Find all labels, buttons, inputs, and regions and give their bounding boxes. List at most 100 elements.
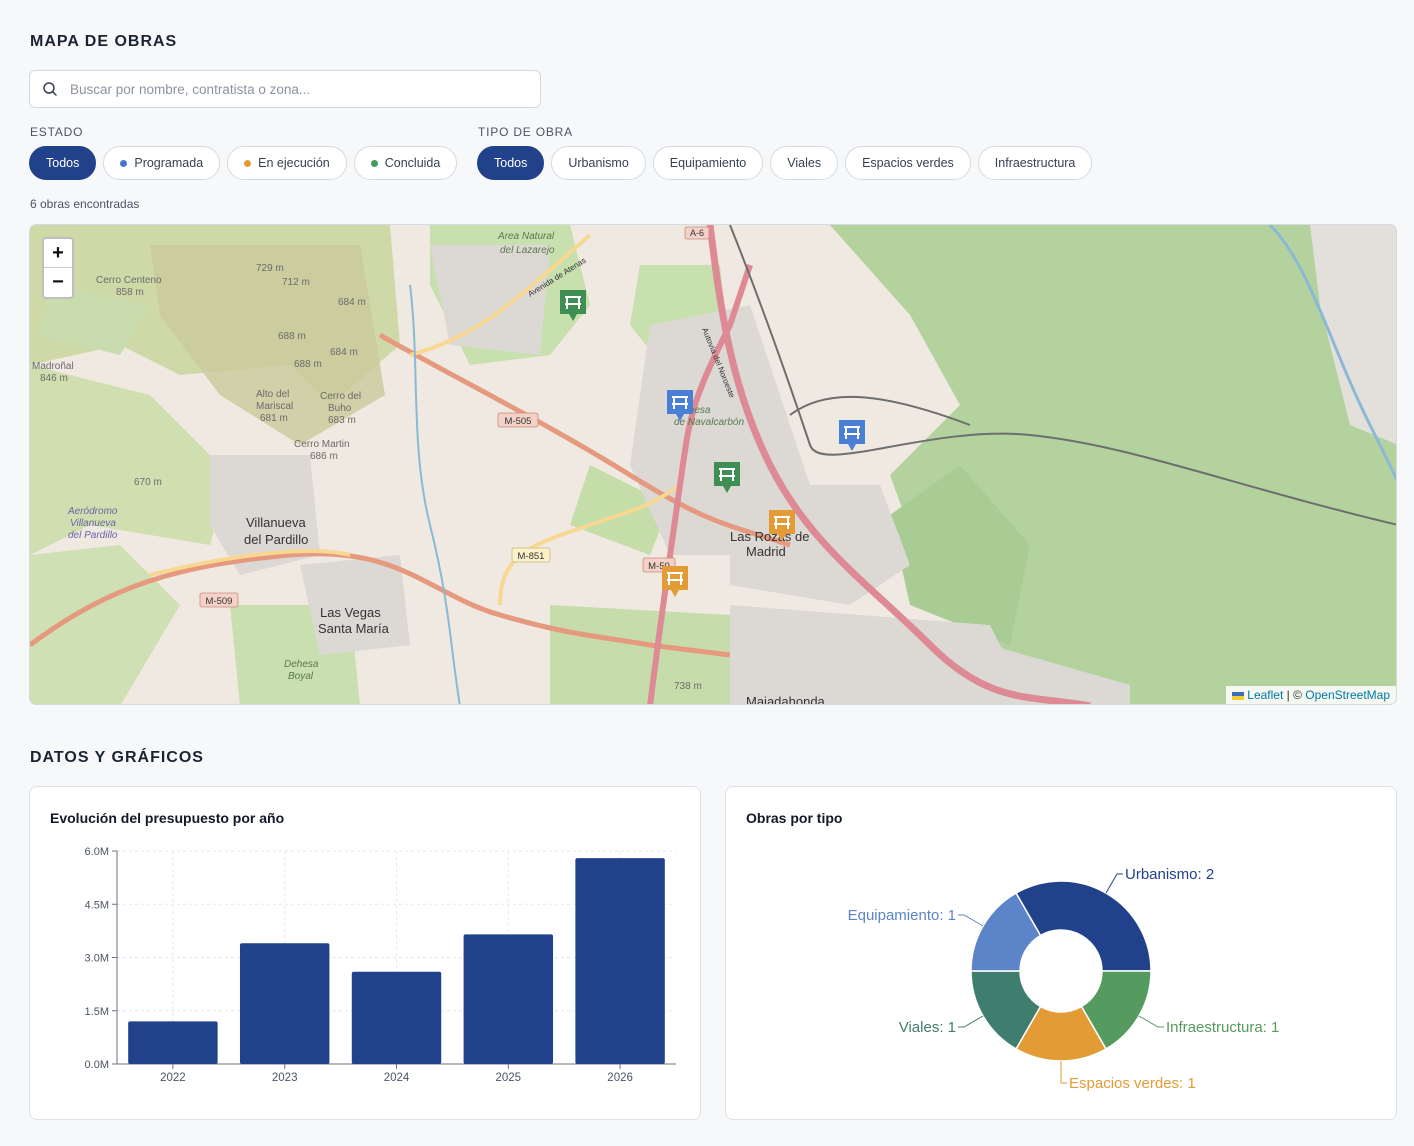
map-marker-programada[interactable] (837, 418, 867, 454)
estado-chip-label: Todos (46, 156, 80, 170)
x-tick-label: 2024 (384, 1072, 410, 1084)
map-view[interactable]: A-6 M-505 M-851 M-509 M-50 Area Natural … (29, 224, 1397, 705)
data-section-title: DATOS Y GRÁFICOS (30, 749, 204, 766)
svg-text:Majadahonda: Majadahonda (746, 694, 826, 705)
slice-label: Urbanismo: 2 (1125, 866, 1214, 883)
osm-link[interactable]: OpenStreetMap (1305, 688, 1390, 702)
svg-text:738 m: 738 m (674, 681, 702, 692)
svg-text:Villanueva: Villanueva (70, 518, 116, 529)
tipo-filter-group: Todos Urbanismo Equipamiento Viales Espacios… (477, 146, 1093, 180)
budget-chart-panel: Evolución del presupuesto por año 0.0M 1.… (29, 786, 701, 1120)
svg-text:Mariscal: Mariscal (256, 401, 293, 412)
svg-text:Buho: Buho (328, 403, 352, 414)
x-tick-label: 2026 (607, 1072, 633, 1084)
leaflet-link[interactable]: Leaflet (1247, 688, 1283, 702)
y-tick-label: 1.5M (85, 1006, 109, 1018)
slice-label: Equipamiento: 1 (848, 907, 956, 924)
estado-chip-label: Programada (134, 156, 204, 170)
tipo-chip-label: Urbanismo (568, 156, 629, 170)
svg-text:684 m: 684 m (330, 347, 358, 358)
svg-text:Villanueva: Villanueva (246, 515, 307, 530)
svg-text:M-509: M-509 (206, 596, 233, 607)
search-box[interactable] (29, 70, 541, 108)
label-leader (1138, 1015, 1164, 1028)
search-input[interactable] (70, 81, 510, 97)
results-count: 6 obras encontradas (30, 197, 140, 211)
tipo-chip-todos[interactable]: Todos (477, 146, 545, 180)
tipo-chip-urbanismo[interactable]: Urbanismo (551, 146, 646, 180)
svg-text:Aeródromo: Aeródromo (67, 506, 118, 517)
label-leader (1060, 1061, 1067, 1084)
estado-chip-todos[interactable]: Todos (29, 146, 97, 180)
map-marker-concluida[interactable] (558, 288, 588, 324)
ukraine-flag-icon (1232, 691, 1245, 700)
estado-chip-label: Concluida (384, 156, 441, 170)
svg-text:del Pardillo: del Pardillo (244, 532, 308, 547)
svg-text:846 m: 846 m (40, 373, 68, 384)
estado-chip-concluida[interactable]: Concluida (353, 146, 458, 180)
tipo-label: TIPO DE OBRA (478, 125, 573, 139)
svg-text:del Lazarejo: del Lazarejo (500, 245, 555, 256)
slice-label: Viales: 1 (899, 1019, 956, 1036)
svg-text:688 m: 688 m (278, 331, 306, 342)
slice-urbanismo (1014, 880, 1152, 972)
svg-text:Madrid: Madrid (746, 544, 786, 559)
tipo-chip-espacios-verdes[interactable]: Espacios verdes (845, 146, 971, 180)
label-leader (958, 1015, 984, 1028)
map-marker-en-ejecucion[interactable] (767, 508, 797, 544)
map-marker-en-ejecucion[interactable] (660, 564, 690, 600)
slice-label: Espacios verdes: 1 (1069, 1075, 1196, 1092)
svg-text:681 m: 681 m (260, 413, 288, 424)
label-leader (958, 914, 984, 927)
tipo-chip-label: Espacios verdes (862, 156, 954, 170)
estado-chip-label: En ejecución (258, 156, 330, 170)
tipo-chip-label: Todos (494, 156, 528, 170)
svg-text:712 m: 712 m (282, 277, 310, 288)
estado-filter-group: Todos Programada En ejecución Concluida (29, 146, 458, 180)
tipo-chip-equipamiento[interactable]: Equipamiento (652, 146, 764, 180)
status-dot-icon (244, 159, 252, 167)
map-marker-programada[interactable] (665, 388, 695, 424)
attribution-separator: | © (1283, 688, 1306, 702)
x-tick-label: 2022 (160, 1072, 186, 1084)
tipo-chip-label: Viales (787, 156, 822, 170)
svg-text:Madroñal: Madroñal (32, 361, 74, 372)
svg-text:Boyal: Boyal (288, 671, 314, 682)
budget-bar-chart: 0.0M 1.5M 3.0M 4.5M 6.0M 2022 2023 2024 2025 2026 (85, 846, 676, 1084)
bar-2024 (351, 971, 442, 1064)
svg-text:Dehesa: Dehesa (284, 659, 319, 670)
bar-2023 (239, 943, 330, 1064)
svg-text:A-6: A-6 (690, 228, 704, 238)
estado-chip-programada[interactable]: Programada (103, 146, 221, 180)
zoom-in-button[interactable]: + (44, 239, 72, 268)
status-dot-icon (370, 159, 378, 167)
svg-text:688 m: 688 m (294, 359, 322, 370)
bar-2025 (463, 934, 554, 1064)
zoom-control: + − (42, 237, 74, 299)
svg-text:M-505: M-505 (505, 416, 532, 427)
zoom-out-button[interactable]: − (44, 268, 72, 297)
y-tick-label: 0.0M (85, 1059, 109, 1071)
label-leader (1105, 873, 1123, 894)
status-dot-icon (120, 159, 128, 167)
estado-chip-en-ejecución[interactable]: En ejecución (227, 146, 347, 180)
map-section-title: MAPA DE OBRAS (30, 33, 178, 50)
tipo-chip-infraestructura[interactable]: Infraestructura (977, 146, 1093, 180)
tipo-chip-label: Equipamiento (669, 156, 747, 170)
svg-text:del Pardillo: del Pardillo (68, 530, 118, 541)
svg-text:858 m: 858 m (116, 287, 144, 298)
tipo-chip-label: Infraestructura (994, 156, 1076, 170)
bar-2026 (575, 858, 665, 1064)
bar-2022 (128, 1021, 218, 1064)
svg-text:Cerro Centeno: Cerro Centeno (96, 275, 162, 286)
svg-text:683 m: 683 m (328, 415, 356, 426)
y-tick-label: 3.0M (85, 953, 109, 965)
estado-label: ESTADO (30, 125, 84, 139)
x-tick-label: 2025 (496, 1072, 522, 1084)
map-marker-concluida[interactable] (712, 460, 742, 496)
svg-text:Area Natural: Area Natural (497, 231, 555, 242)
search-icon (43, 82, 57, 96)
svg-text:Alto del: Alto del (256, 389, 289, 400)
slice-label: Infraestructura: 1 (1166, 1019, 1279, 1036)
tipo-chip-viales[interactable]: Viales (770, 146, 839, 180)
